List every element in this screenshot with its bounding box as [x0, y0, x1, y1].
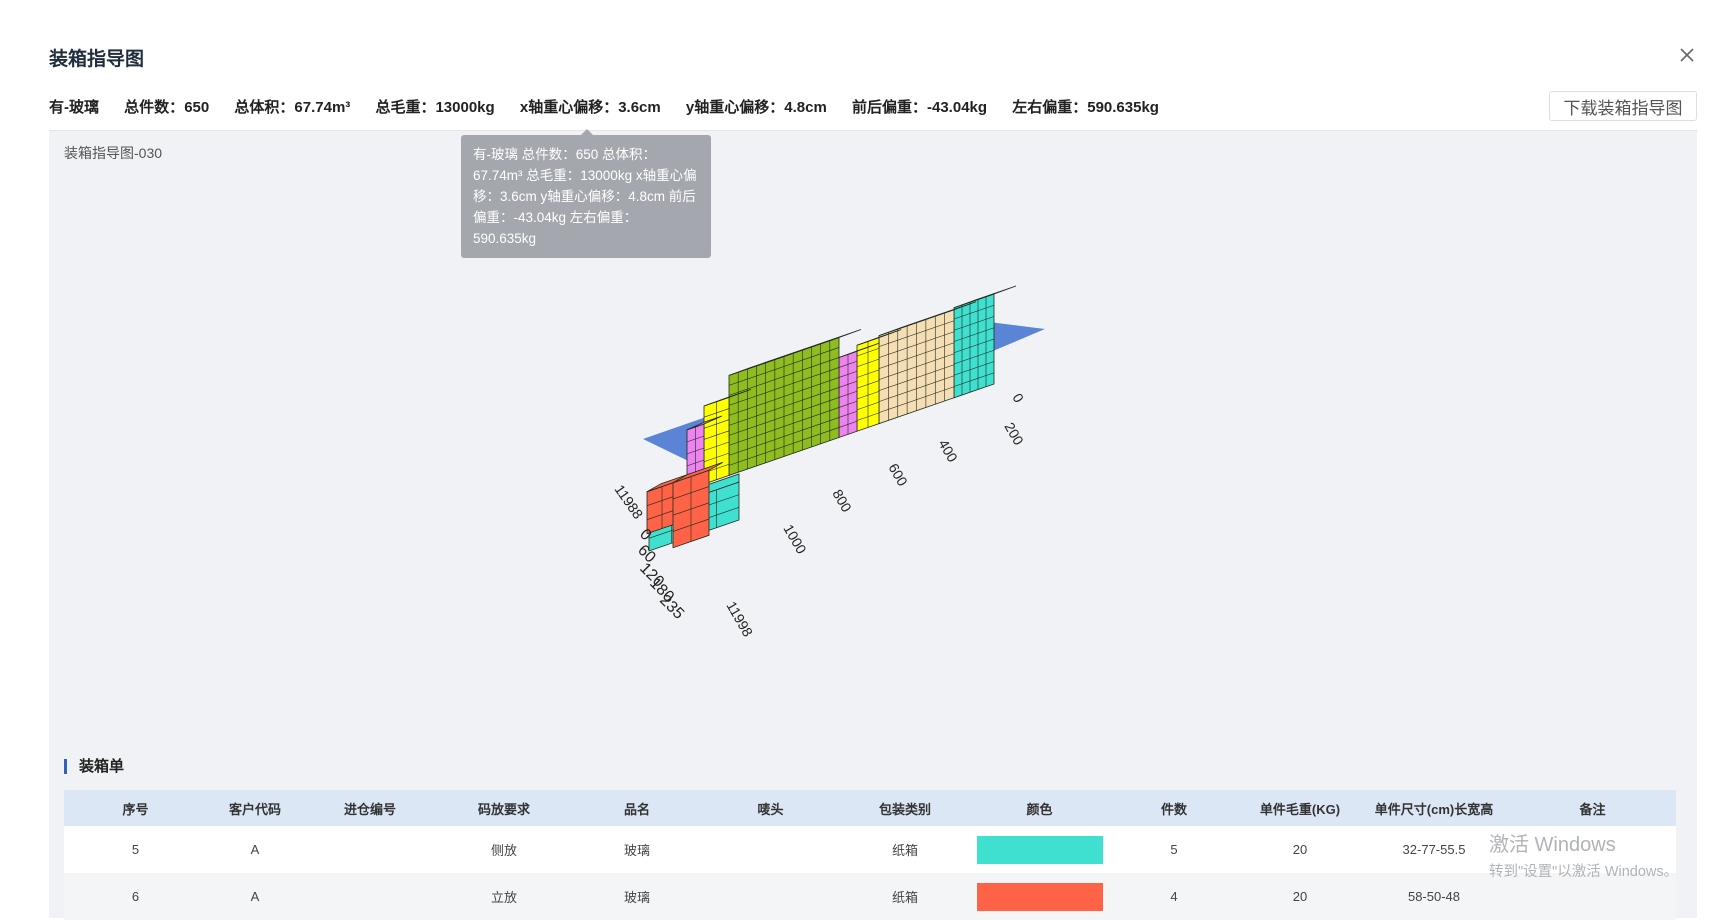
col-warehouse-no: 进仓编号: [343, 801, 396, 817]
stat-x-offset: x轴重心偏移：3.6cm: [519, 99, 661, 116]
cell-customer: A: [250, 842, 260, 857]
windows-activation-watermark: 激活 Windows 转到"设置"以激活 Windows。: [1489, 828, 1678, 881]
packing-list-table: 序号 客户代码 进仓编号 码放要求 品名 唛头 包装类别 颜色 件数 单件毛重(…: [64, 790, 1676, 920]
cell-weight: 20: [1292, 889, 1308, 904]
summary-stats: 有-玻璃 总件数：650 总体积：67.74m³ 总毛重：13000kg x轴重…: [49, 96, 1180, 117]
cell-customer: A: [250, 889, 260, 904]
cell-weight: 20: [1292, 842, 1308, 857]
col-no: 序号: [122, 801, 149, 817]
color-swatch: [976, 882, 1103, 911]
cell-color: [972, 835, 1107, 864]
axis-length-label: 400: [935, 437, 961, 465]
packing-guide-viewer[interactable]: 装箱指导图-030 有-玻璃 总件数：650 总体积：67.74m³ 总毛重：1…: [49, 129, 1697, 920]
download-guide-button[interactable]: 下载装箱指导图: [1549, 91, 1697, 121]
cell-no: 5: [131, 842, 140, 857]
col-customer: 客户代码: [228, 801, 281, 817]
page-title: 装箱指导图: [49, 49, 145, 70]
table-row[interactable]: 5 A 侧放 玻璃 纸箱 5 20 32-77-55.5: [64, 826, 1676, 873]
axis-corner-label: 11988: [612, 482, 647, 522]
col-remark: 备注: [1579, 801, 1606, 817]
stat-front-back-weight: 前后偏重：-43.04kg: [851, 99, 988, 116]
color-swatch: [976, 835, 1103, 864]
axis-length-label: 200: [1001, 420, 1027, 448]
axis-length-label: 0: [1009, 391, 1027, 406]
stat-category: 有-玻璃: [49, 99, 99, 116]
stat-left-right-weight: 左右偏重：590.635kg: [1012, 99, 1159, 116]
cell-placement: 侧放: [490, 843, 517, 858]
cell-package: 纸箱: [891, 890, 918, 905]
axis-length-label: 600: [885, 461, 911, 489]
col-name: 品名: [623, 801, 650, 817]
table-header: 序号 客户代码 进仓编号 码放要求 品名 唛头 包装类别 颜色 件数 单件毛重(…: [64, 790, 1676, 826]
col-weight: 单件毛重(KG): [1259, 801, 1341, 817]
col-color: 颜色: [1026, 801, 1053, 817]
watermark-line-1: 激活 Windows: [1489, 834, 1616, 856]
cell-color: [972, 882, 1107, 911]
stat-y-offset: y轴重心偏移：4.8cm: [685, 99, 827, 116]
cell-name: 玻璃: [623, 890, 650, 905]
cell-name: 玻璃: [623, 843, 650, 858]
cell-package: 纸箱: [891, 843, 918, 858]
stat-total-volume: 总体积：67.74m³: [234, 99, 351, 116]
watermark-line-2: 转到"设置"以激活 Windows。: [1489, 864, 1679, 880]
stat-total-weight: 总毛重：13000kg: [375, 99, 495, 116]
cell-placement: 立放: [490, 890, 517, 905]
cell-qty: 4: [1170, 889, 1178, 904]
cell-size: 58-50-48: [1407, 889, 1461, 904]
col-qty: 件数: [1160, 801, 1187, 817]
axis-length-label: 11998: [723, 599, 756, 640]
packing-list-title: 装箱单: [64, 759, 124, 774]
close-icon[interactable]: [1676, 44, 1698, 66]
axis-length-label: 1000: [780, 522, 810, 557]
axis-length-label: 800: [829, 487, 855, 515]
col-size: 单件尺寸(cm)长宽高: [1374, 801, 1494, 817]
col-placement: 码放要求: [477, 801, 530, 817]
stat-total-count: 总件数：650: [124, 99, 210, 116]
cell-no: 6: [131, 889, 140, 904]
col-mark: 唛头: [757, 801, 784, 817]
cell-qty: 5: [1170, 842, 1178, 857]
container-3d-view[interactable]: 020040060080010001199806012018023511988: [49, 131, 1697, 756]
table-row[interactable]: 6 A 立放 玻璃 纸箱 4 20 58-50-48: [64, 873, 1676, 920]
col-package: 包装类别: [878, 801, 931, 817]
cell-size: 32-77-55.5: [1402, 842, 1466, 857]
